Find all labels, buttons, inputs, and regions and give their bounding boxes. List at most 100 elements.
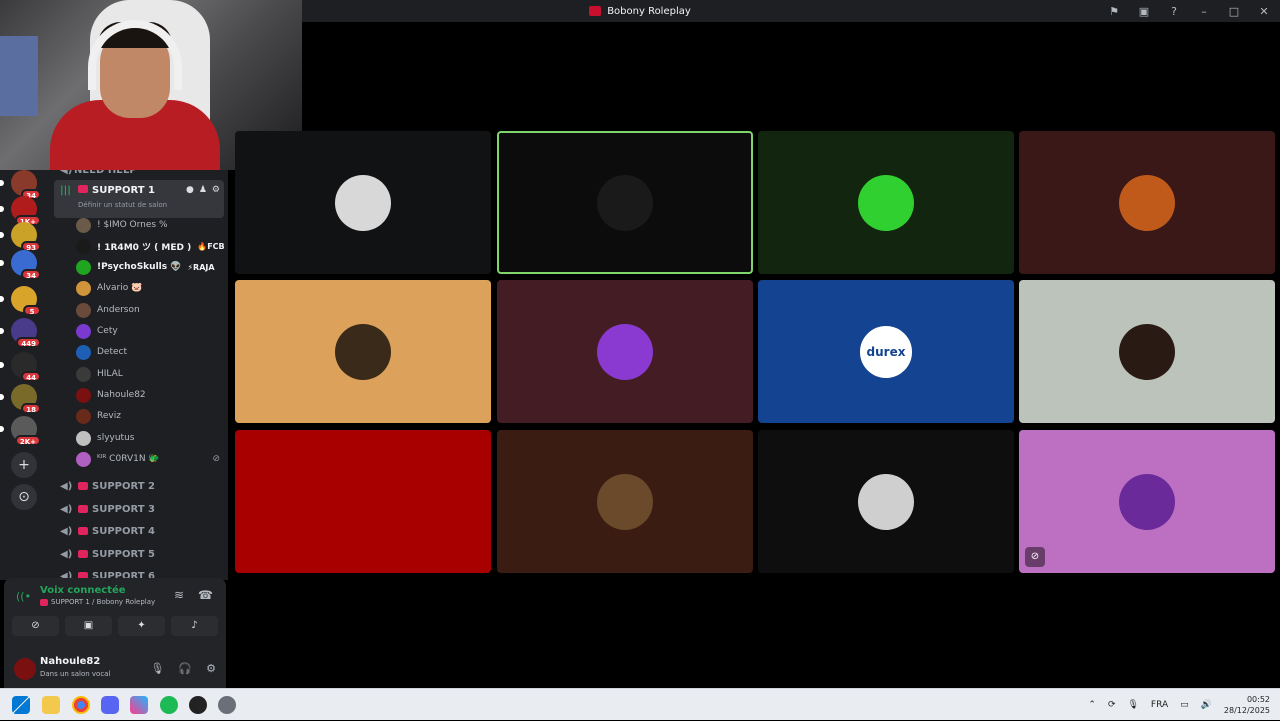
server-icon[interactable]: 449 — [0, 318, 41, 348]
discover-icon[interactable]: ⊙ — [11, 484, 37, 510]
game-launcher-icon[interactable] — [189, 696, 207, 714]
voice-member[interactable]: Alvario 🐷 — [76, 278, 226, 298]
member-tag: 🔥FCB — [197, 241, 225, 251]
voice-channel-label: SUPPORT 1 / Bobony Roleplay — [51, 598, 156, 606]
voice-member[interactable]: Reviz — [76, 406, 226, 426]
add-server-icon[interactable]: + — [11, 452, 37, 478]
chrome-icon[interactable] — [72, 696, 90, 714]
voice-member[interactable]: Nahoule82 — [76, 385, 226, 405]
server-icon[interactable]: 44 — [0, 352, 41, 382]
language-indicator[interactable]: FRA — [1151, 700, 1168, 710]
video-tile[interactable] — [497, 131, 753, 274]
voice-member[interactable]: ᴷᴵᴿ C0RV1N 🐲 ⊘ — [76, 449, 226, 469]
settings-icon[interactable]: ⚙ — [212, 185, 220, 195]
start-button-icon[interactable] — [12, 696, 30, 714]
participant-avatar — [335, 174, 391, 231]
channel-support-2[interactable]: ◀) SUPPORT 2 — [54, 476, 224, 496]
video-tile[interactable] — [1019, 131, 1275, 274]
voice-member[interactable]: Cety — [76, 321, 226, 341]
participant-avatar — [1119, 323, 1175, 380]
microphone-icon[interactable]: 🎙 — [150, 662, 164, 675]
channel-actions: ● ♟ ⚙ — [186, 185, 220, 195]
avatar[interactable] — [14, 658, 36, 680]
maximize-icon[interactable]: □ — [1226, 5, 1242, 18]
video-tile[interactable] — [235, 280, 491, 423]
avatar — [76, 451, 91, 467]
discord-icon[interactable] — [101, 696, 119, 714]
microphone-icon[interactable]: 🎙 — [1127, 700, 1138, 710]
voice-member[interactable]: ! $IMO Ornes % — [76, 215, 226, 235]
voice-member[interactable]: HILAL — [76, 364, 226, 384]
mention-badge: 18 — [21, 403, 41, 414]
spotify-icon[interactable] — [160, 696, 178, 714]
server-icon[interactable]: 34 — [0, 170, 41, 200]
camera-off-button[interactable]: ⊘ — [12, 616, 59, 636]
channel-status[interactable]: Définir un statut de salon — [78, 201, 167, 209]
settings-icon[interactable]: ⚙ — [206, 662, 216, 675]
member-tag: ⚡RAJA — [187, 262, 215, 272]
server-icon[interactable]: 34 — [0, 250, 41, 280]
chat-icon[interactable]: ● — [186, 185, 194, 195]
channel-support-4[interactable]: ◀) SUPPORT 4 — [54, 521, 224, 541]
speaker-icon: ◀) — [60, 503, 73, 515]
speaker-icon: ◀) — [60, 480, 73, 492]
invite-icon[interactable]: ♟ — [199, 185, 207, 195]
channel-tag-icon — [78, 185, 88, 193]
channel-support-3[interactable]: ◀) SUPPORT 3 — [54, 499, 224, 519]
sync-icon[interactable]: ⟳ — [1108, 700, 1116, 710]
voice-channel-path[interactable]: SUPPORT 1 / Bobony Roleplay — [40, 598, 155, 606]
server-rail: 34 1K+ 93 34 5 449 44 18 2K+ + ⊙ — [0, 160, 50, 580]
voice-active-icon: ||| — [60, 185, 71, 196]
mention-badge: 44 — [21, 371, 41, 382]
screen-share-button[interactable]: ▣ — [65, 616, 112, 636]
server-icon[interactable]: 93 — [0, 222, 41, 252]
participant-avatar: durex — [858, 323, 914, 380]
voice-member[interactable]: ! 1R4M0 ツ ( MED ) 🔥FCB — [76, 236, 226, 256]
settings-icon[interactable] — [218, 696, 236, 714]
disconnect-icon[interactable]: ☎ — [198, 588, 213, 602]
deafened-icon: ⊘ — [212, 454, 220, 464]
clock[interactable]: 00:52 28/12/2025 — [1224, 694, 1270, 716]
video-tile[interactable] — [497, 430, 753, 573]
flag-icon[interactable]: ⚑ — [1106, 5, 1122, 18]
noise-suppression-icon[interactable]: ≋ — [174, 588, 184, 602]
channel-tag-icon — [78, 527, 88, 535]
video-tile[interactable]: ⊘ — [1019, 430, 1275, 573]
video-tile[interactable] — [758, 430, 1014, 573]
avatar — [76, 387, 91, 403]
close-icon[interactable]: ✕ — [1256, 5, 1272, 18]
headphones-icon[interactable]: 🎧 — [178, 662, 192, 675]
file-explorer-icon[interactable] — [42, 696, 60, 714]
channel-support-1[interactable]: ||| SUPPORT 1 ● ♟ ⚙ Définir un statut de… — [54, 180, 224, 218]
channel-support-5[interactable]: ◀) SUPPORT 5 — [54, 544, 224, 564]
capcut-icon[interactable] — [130, 696, 148, 714]
activities-button[interactable]: ✦ — [118, 616, 165, 636]
mention-badge: 34 — [21, 269, 41, 280]
help-icon[interactable]: ? — [1166, 5, 1182, 18]
video-tile[interactable] — [235, 430, 491, 573]
channel-list: ◀) NEED HELP ||| SUPPORT 1 ● ♟ ⚙ Définir… — [50, 160, 228, 580]
soundboard-button[interactable]: ♪ — [171, 616, 218, 636]
server-icon[interactable]: 1K+ — [0, 196, 41, 226]
screen-icon[interactable]: ▣ — [1136, 5, 1152, 18]
voice-member[interactable]: slyyutus — [76, 428, 226, 448]
voice-member[interactable]: Detect — [76, 342, 226, 362]
video-tile[interactable] — [497, 280, 753, 423]
video-tile[interactable] — [235, 131, 491, 274]
minimize-icon[interactable]: – — [1196, 5, 1212, 18]
video-tile[interactable] — [1019, 280, 1275, 423]
server-folder-icon[interactable]: 2K+ — [0, 416, 41, 446]
video-tile[interactable] — [758, 131, 1014, 274]
signal-icon[interactable]: ((• — [16, 590, 31, 603]
voice-member[interactable]: !PsychoSkulls 👽 ⚡RAJA — [76, 257, 226, 277]
server-icon[interactable]: 5 — [0, 286, 41, 316]
chevron-up-icon[interactable]: ⌃ — [1088, 700, 1096, 710]
video-tile[interactable]: durex — [758, 280, 1014, 423]
clock-time: 00:52 — [1246, 695, 1270, 704]
monitor-icon[interactable]: ▭ — [1180, 700, 1189, 710]
server-icon[interactable]: 18 — [0, 384, 41, 414]
speaker-icon: ◀) — [60, 548, 73, 560]
volume-icon[interactable]: 🔊 — [1201, 700, 1212, 710]
voice-member[interactable]: Anderson — [76, 300, 226, 320]
channel-tag-icon — [78, 550, 88, 558]
